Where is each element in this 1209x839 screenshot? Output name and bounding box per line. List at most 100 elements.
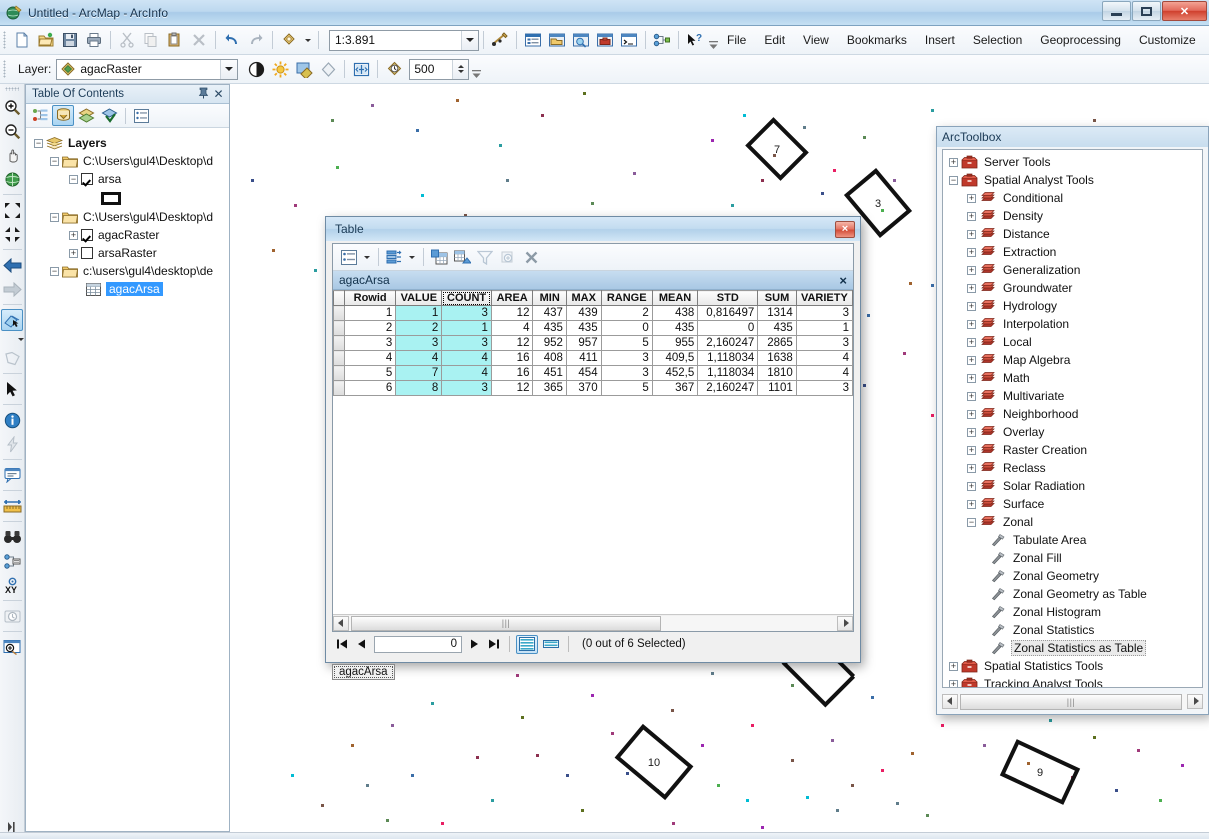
flicker-icon[interactable] xyxy=(383,58,405,80)
menu-insert[interactable]: Insert xyxy=(916,29,964,51)
go-next-extent-icon[interactable] xyxy=(1,278,23,300)
table-of-contents-icon[interactable] xyxy=(522,29,544,51)
transparency-icon[interactable] xyxy=(317,58,339,80)
atb-item-raster-creation[interactable]: + Raster Creation xyxy=(943,441,1202,459)
menu-selection[interactable]: Selection xyxy=(964,29,1031,51)
toc-item-folder-2[interactable]: − C:\Users\gul4\Desktop\d xyxy=(26,208,229,226)
expander-plus-icon[interactable]: + xyxy=(69,230,78,240)
col-header-range[interactable]: RANGE xyxy=(600,290,653,306)
maximize-button[interactable] xyxy=(1132,1,1161,21)
model-builder-icon[interactable] xyxy=(651,29,673,51)
atb-item-zonal-geometry[interactable]: Zonal Geometry xyxy=(943,567,1202,585)
tools-toolbar-grip[interactable] xyxy=(5,87,19,91)
previous-record-icon[interactable] xyxy=(352,635,372,653)
image-analysis-icon[interactable] xyxy=(293,58,315,80)
pin-icon[interactable] xyxy=(196,87,211,102)
scroll-right-icon[interactable] xyxy=(1187,693,1203,709)
menu-edit[interactable]: Edit xyxy=(755,29,794,51)
cell-count[interactable]: 3 xyxy=(441,305,492,321)
hyperlink-icon[interactable] xyxy=(1,433,23,455)
atb-item-overlay[interactable]: + Overlay xyxy=(943,423,1202,441)
swipe-icon[interactable] xyxy=(350,58,372,80)
cell-variety[interactable]: 1 xyxy=(795,320,853,336)
toc-item-arsa-symbol[interactable] xyxy=(26,188,229,208)
layer-visibility-checkbox[interactable] xyxy=(81,247,93,259)
expander-plus-icon[interactable]: + xyxy=(69,248,78,258)
expander-plus-icon[interactable]: + xyxy=(949,661,958,671)
table-horizontal-scrollbar[interactable]: ||| xyxy=(333,614,853,631)
expander-plus-icon[interactable]: + xyxy=(967,427,976,437)
cell-sum[interactable]: 1314 xyxy=(757,305,797,321)
cell-std[interactable]: 0 xyxy=(697,320,759,336)
cell-value[interactable]: 1 xyxy=(395,305,443,321)
attribute-grid[interactable]: Rowid VALUE COUNT AREA MIN MAX RANGE MEA… xyxy=(333,290,853,614)
scroll-left-icon[interactable] xyxy=(333,615,349,631)
select-by-attributes-icon[interactable] xyxy=(474,246,496,268)
expander-minus-icon[interactable]: − xyxy=(34,138,43,148)
col-header-std[interactable]: STD xyxy=(697,290,759,306)
next-record-icon[interactable] xyxy=(464,635,484,653)
scroll-thumb[interactable]: ||| xyxy=(960,693,1182,710)
expander-plus-icon[interactable]: + xyxy=(967,229,976,239)
cell-value[interactable]: 7 xyxy=(395,365,443,381)
select-by-polygon-icon[interactable] xyxy=(1,347,23,369)
expander-minus-icon[interactable]: − xyxy=(69,174,78,184)
cell-value[interactable]: 2 xyxy=(395,320,443,336)
open-document-icon[interactable] xyxy=(35,29,57,51)
cell-value[interactable]: 4 xyxy=(395,350,443,366)
cell-sum[interactable]: 2865 xyxy=(757,335,797,351)
scroll-track[interactable]: ||| xyxy=(349,615,837,631)
atb-item-tabulate-area[interactable]: Tabulate Area xyxy=(943,531,1202,549)
cell-value[interactable]: 3 xyxy=(395,335,443,351)
atb-item-distance[interactable]: + Distance xyxy=(943,225,1202,243)
atb-item-surface[interactable]: + Surface xyxy=(943,495,1202,513)
cell-mean[interactable]: 409,5 xyxy=(651,350,699,366)
scroll-left-icon[interactable] xyxy=(942,693,958,709)
cell-variety[interactable]: 4 xyxy=(795,365,853,381)
atb-item-generalization[interactable]: + Generalization xyxy=(943,261,1202,279)
atb-item-interpolation[interactable]: + Interpolation xyxy=(943,315,1202,333)
cell-rowid[interactable]: 3 xyxy=(343,335,397,351)
toc-item-arsa[interactable]: − arsa xyxy=(26,170,229,188)
cell-area[interactable]: 12 xyxy=(490,335,534,351)
cell-std[interactable]: 1,118034 xyxy=(697,350,759,366)
polygon-swatch[interactable] xyxy=(101,191,121,205)
add-data-icon[interactable] xyxy=(278,29,300,51)
print-icon[interactable] xyxy=(83,29,105,51)
cell-range[interactable]: 3 xyxy=(600,350,653,366)
atb-item-spatial-analyst-tools[interactable]: − Spatial Analyst Tools xyxy=(943,171,1202,189)
table-row[interactable]: 2 2 1 4 435 435 0 435 0 435 1 xyxy=(333,320,853,336)
expander-minus-icon[interactable]: − xyxy=(967,517,976,527)
first-record-icon[interactable] xyxy=(332,635,352,653)
toolbar-grip[interactable] xyxy=(3,31,6,49)
select-features-icon[interactable] xyxy=(1,309,23,331)
expander-minus-icon[interactable]: − xyxy=(50,156,59,166)
whats-this-help-icon[interactable]: ? xyxy=(684,29,706,51)
attribute-table[interactable]: Rowid VALUE COUNT AREA MIN MAX RANGE MEA… xyxy=(333,290,853,396)
arctoolbox-horizontal-scrollbar[interactable]: ||| xyxy=(942,692,1203,710)
expander-plus-icon[interactable]: + xyxy=(967,337,976,347)
atb-item-extraction[interactable]: + Extraction xyxy=(943,243,1202,261)
cell-count[interactable]: 4 xyxy=(441,350,492,366)
close-icon[interactable]: ✕ xyxy=(211,87,226,101)
atb-item-conditional[interactable]: + Conditional xyxy=(943,189,1202,207)
cell-range[interactable]: 5 xyxy=(600,380,653,396)
clear-selection-icon[interactable] xyxy=(520,246,542,268)
toolbar-overflow-icon[interactable] xyxy=(709,29,718,51)
identify-icon[interactable] xyxy=(1,409,23,431)
cell-variety[interactable]: 3 xyxy=(795,380,853,396)
table-row[interactable]: 6 8 3 12 365 370 5 367 2,160247 1101 3 xyxy=(333,380,853,396)
add-field-icon[interactable] xyxy=(428,246,450,268)
col-header-rowid[interactable]: Rowid xyxy=(343,290,397,306)
cell-variety[interactable]: 4 xyxy=(795,350,853,366)
fixed-zoom-out-icon[interactable] xyxy=(1,223,23,245)
atb-item-hydrology[interactable]: + Hydrology xyxy=(943,297,1202,315)
expander-plus-icon[interactable]: + xyxy=(967,193,976,203)
table-row[interactable]: 5 7 4 16 451 454 3 452,5 1,118034 1810 4 xyxy=(333,365,853,381)
paste-icon[interactable] xyxy=(164,29,186,51)
cell-area[interactable]: 12 xyxy=(490,380,534,396)
new-document-icon[interactable] xyxy=(11,29,33,51)
expander-plus-icon[interactable]: + xyxy=(967,211,976,221)
close-button[interactable]: ✕ xyxy=(1162,1,1207,21)
table-options-icon[interactable] xyxy=(338,246,360,268)
